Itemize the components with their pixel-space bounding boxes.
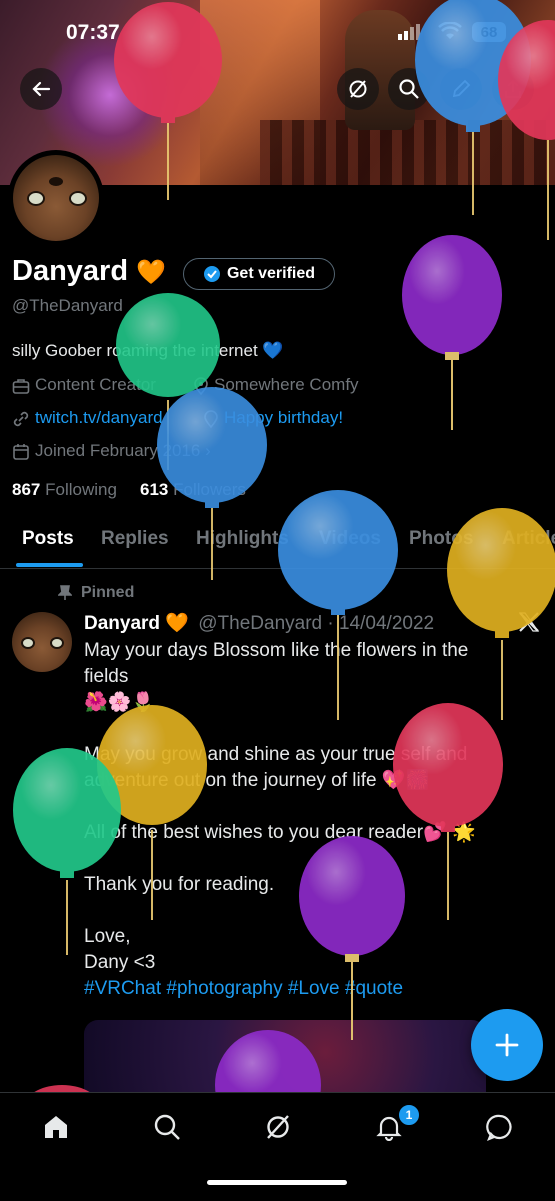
- tab-articles[interactable]: Articles: [502, 528, 555, 550]
- share-icon: [505, 79, 521, 98]
- post-handle-date: @TheDanyard · 14/04/2022: [198, 613, 435, 634]
- calendar-icon: [13, 443, 29, 460]
- grok-button[interactable]: [337, 68, 379, 110]
- tab-replies[interactable]: Replies: [101, 528, 169, 550]
- profile-category: Content Creator: [12, 375, 156, 395]
- share-button[interactable]: [492, 68, 534, 110]
- search-icon: [399, 79, 419, 99]
- search-button[interactable]: [388, 68, 430, 110]
- profile-name: Danyard 🧡: [12, 255, 166, 287]
- back-arrow-icon: [32, 81, 51, 97]
- nav-search[interactable]: [147, 1107, 187, 1147]
- edit-button[interactable]: [440, 68, 482, 110]
- tab-posts[interactable]: Posts: [22, 528, 74, 550]
- profile-location: Somewhere Comfy: [193, 375, 359, 395]
- post-header: Danyard 🧡 @TheDanyard · 14/04/2022: [84, 613, 435, 634]
- status-time: 07:37: [66, 21, 120, 44]
- battery-indicator: 68: [472, 22, 506, 42]
- grok-icon: [267, 1115, 289, 1139]
- profile-avatar[interactable]: [8, 150, 104, 246]
- profile-handle: @TheDanyard: [12, 296, 123, 315]
- verified-icon: [203, 266, 220, 282]
- tab-videos[interactable]: Videos: [319, 528, 381, 550]
- post-avatar[interactable]: [12, 612, 72, 672]
- active-tab-indicator: [16, 563, 83, 567]
- nav-grok[interactable]: [258, 1107, 298, 1147]
- post-hashtags[interactable]: #VRChat #photography #Love #quote: [84, 976, 524, 1002]
- notifications-badge: 1: [397, 1103, 421, 1127]
- post-body[interactable]: May your days Blossom like the flowers i…: [84, 638, 524, 1002]
- nav-messages[interactable]: [480, 1107, 520, 1147]
- edit-icon: [452, 79, 471, 98]
- post-author[interactable]: Danyard: [84, 613, 160, 634]
- profile-birthday: Happy birthday!: [203, 408, 343, 428]
- followers-link[interactable]: 613 Followers: [140, 480, 246, 500]
- grok-icon: [349, 80, 367, 98]
- back-button[interactable]: [20, 68, 62, 110]
- briefcase-icon: [12, 378, 30, 394]
- profile-bio: silly Goober roaming the internet 💙: [12, 341, 284, 360]
- post-media[interactable]: [84, 1020, 486, 1100]
- nav-home[interactable]: [36, 1107, 76, 1147]
- signal-icon: [398, 24, 420, 45]
- profile-website[interactable]: twitch.tv/danyard: [12, 408, 163, 428]
- profile-joined[interactable]: Joined February 2016 ›: [12, 441, 211, 461]
- plus-icon: [495, 1033, 519, 1057]
- home-icon: [45, 1116, 67, 1138]
- chat-icon: [486, 1114, 512, 1141]
- tab-photos[interactable]: Photos: [409, 528, 473, 550]
- pin-icon: [58, 584, 72, 600]
- tab-highlights[interactable]: Highlights: [196, 528, 289, 550]
- compose-button[interactable]: [471, 1009, 543, 1081]
- profile-tabs: Posts Replies Highlights Videos Photos A…: [0, 518, 555, 569]
- pinned-label: Pinned: [58, 584, 134, 602]
- wifi-icon: [438, 21, 462, 45]
- following-link[interactable]: 867 Following: [12, 480, 117, 500]
- get-verified-button[interactable]: Get verified: [183, 258, 335, 290]
- link-icon: [13, 411, 29, 426]
- balloon-purple: [402, 235, 502, 430]
- location-icon: [204, 409, 218, 428]
- location-icon: [194, 376, 208, 395]
- home-indicator: [207, 1180, 347, 1185]
- x-logo-icon: [518, 611, 540, 638]
- search-icon: [154, 1114, 180, 1140]
